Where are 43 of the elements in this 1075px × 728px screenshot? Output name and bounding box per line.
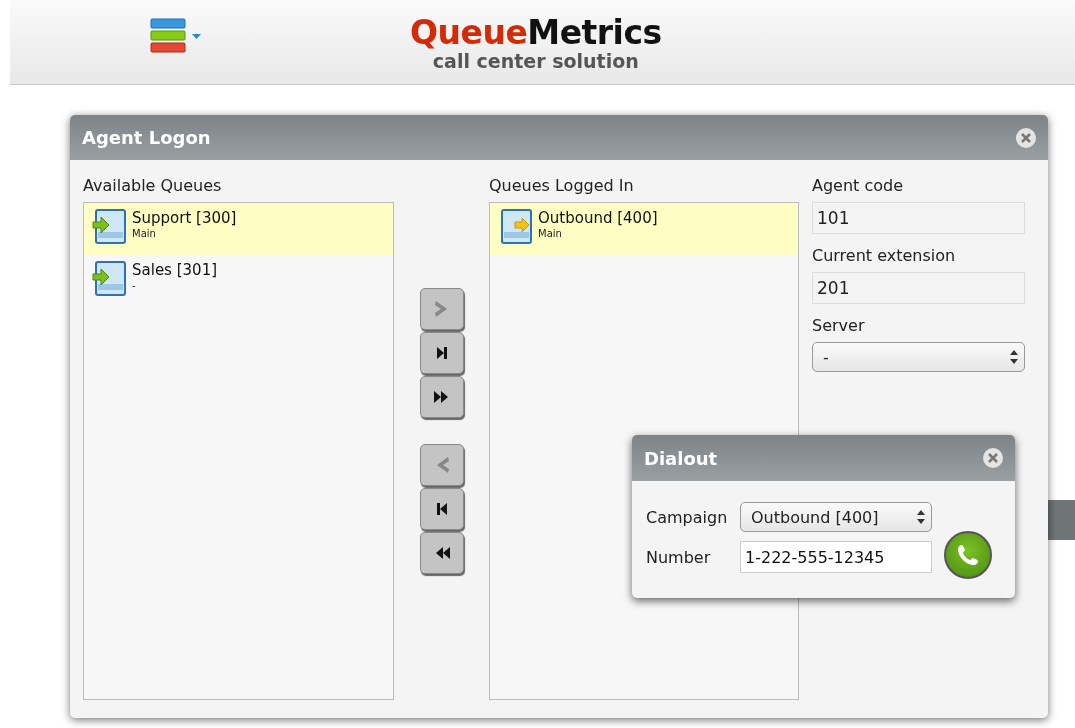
move-button[interactable] bbox=[419, 488, 464, 530]
call-button[interactable] bbox=[944, 531, 992, 579]
queue-item[interactable]: Sales [301] - bbox=[84, 255, 393, 307]
move-button[interactable] bbox=[419, 532, 464, 574]
logo-wordmark: QueueMetrics bbox=[410, 15, 662, 51]
queue-item[interactable]: Support [300] Main bbox=[84, 203, 393, 255]
phone-icon bbox=[956, 543, 980, 567]
agent-code-field[interactable]: 101 bbox=[812, 202, 1025, 234]
list-label: Available Queues bbox=[83, 175, 223, 197]
close-button[interactable] bbox=[1016, 127, 1036, 148]
dialog-title: Dialout bbox=[644, 447, 718, 469]
logo-tagline: call center solution bbox=[432, 51, 639, 71]
queue-name: Support [300] bbox=[132, 209, 237, 227]
menu-button[interactable] bbox=[150, 18, 201, 54]
queue-item[interactable]: Outbound [400] Main bbox=[490, 203, 798, 255]
dropdown-arrows-icon bbox=[917, 510, 925, 524]
queue-icon bbox=[92, 209, 126, 245]
move-button[interactable] bbox=[419, 332, 464, 374]
number-field[interactable]: 1-222-555-12345 bbox=[740, 541, 932, 573]
field-label: Current extension bbox=[812, 245, 957, 267]
close-icon bbox=[1020, 131, 1032, 144]
campaign-label: Campaign bbox=[646, 507, 729, 527]
field-label: Server bbox=[812, 315, 866, 337]
queue-subtitle: Main bbox=[132, 227, 157, 241]
queue-icon bbox=[498, 209, 532, 245]
queue-name: Outbound [400] bbox=[538, 209, 658, 227]
number-label: Number bbox=[646, 547, 712, 567]
queue-subtitle: - bbox=[132, 279, 137, 293]
campaign-select[interactable]: Outbound [400] bbox=[740, 502, 932, 532]
close-icon bbox=[987, 452, 999, 464]
dialog-title: Agent Logon bbox=[82, 127, 211, 148]
menu-icon bbox=[150, 18, 186, 54]
field-label: Agent code bbox=[812, 175, 905, 197]
list-label: Queues Logged In bbox=[489, 175, 635, 197]
queue-subtitle: Main bbox=[538, 227, 563, 241]
caret-icon bbox=[192, 33, 201, 39]
move-button[interactable] bbox=[419, 376, 464, 418]
dropdown-arrows-icon bbox=[1010, 350, 1018, 364]
extension-field[interactable]: 201 bbox=[812, 272, 1025, 304]
server-select[interactable]: - bbox=[812, 342, 1025, 372]
queue-name: Sales [301] bbox=[132, 261, 218, 279]
queue-icon bbox=[92, 261, 126, 297]
close-button[interactable] bbox=[983, 448, 1003, 468]
